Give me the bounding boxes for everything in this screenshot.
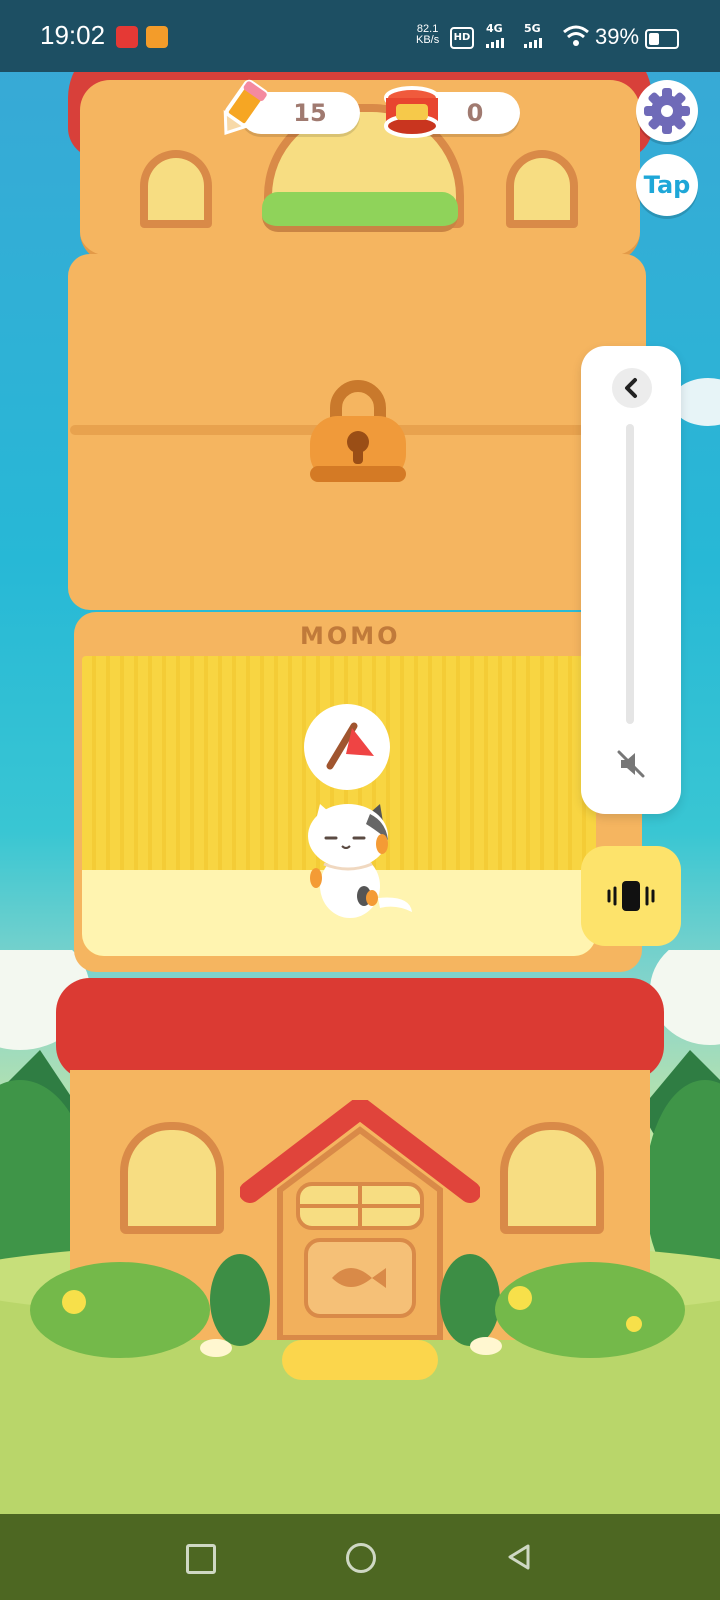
mute-icon[interactable] bbox=[615, 748, 647, 780]
sim1-signal-bars-icon bbox=[486, 35, 506, 48]
bushes bbox=[30, 1254, 685, 1358]
tap-button[interactable]: Tap bbox=[636, 154, 698, 216]
hd-badge: HD bbox=[450, 27, 474, 49]
main-roof bbox=[56, 978, 664, 1080]
clock: 19:02 bbox=[40, 20, 106, 50]
sim1-signal: 4G bbox=[486, 22, 506, 48]
attic-window-left bbox=[140, 150, 212, 228]
cat-food-can-icon bbox=[384, 86, 440, 138]
room-name-label: MOMO bbox=[300, 622, 401, 650]
navigation-bar bbox=[0, 1514, 720, 1600]
home-button[interactable] bbox=[346, 1543, 376, 1573]
ground-window-right bbox=[500, 1122, 604, 1234]
battery-percent: 39% bbox=[595, 24, 640, 49]
flag-icon bbox=[326, 722, 374, 770]
can-count: 0 bbox=[466, 99, 484, 127]
battery-fill bbox=[649, 33, 659, 45]
sim2-network-type: 5G bbox=[524, 22, 541, 35]
chevron-left-icon bbox=[625, 378, 637, 398]
tap-label: Tap bbox=[643, 171, 691, 199]
status-bar: 19:02 82.1 KB/s HD 4G 5G 39% bbox=[0, 0, 720, 72]
sim2-signal: 5G bbox=[524, 22, 544, 48]
volume-panel bbox=[581, 346, 681, 814]
pencil-icon bbox=[223, 79, 269, 135]
vibrate-icon bbox=[607, 881, 655, 911]
attic-window-right bbox=[506, 150, 578, 228]
gear-icon bbox=[644, 88, 690, 134]
game-screen: MOMO 15 0 Tap 19:02 82.1 KB/s HD 4G 5G 3… bbox=[0, 0, 720, 1600]
vibrate-button[interactable] bbox=[581, 846, 681, 946]
app-notification-icon bbox=[116, 26, 138, 48]
sim2-signal-bars-icon bbox=[524, 35, 544, 48]
collapse-button[interactable] bbox=[612, 368, 652, 408]
network-speed-unit: KB/s bbox=[416, 34, 440, 46]
volume-slider[interactable] bbox=[626, 424, 634, 724]
flower-box bbox=[262, 192, 458, 232]
pencil-count: 15 bbox=[293, 99, 327, 127]
sim1-network-type: 4G bbox=[486, 22, 503, 35]
video-app-notification-icon bbox=[146, 26, 168, 48]
battery-icon bbox=[645, 29, 679, 49]
cat-momo[interactable] bbox=[300, 800, 420, 920]
network-speed: 82.1 KB/s bbox=[416, 24, 439, 46]
settings-button[interactable] bbox=[636, 80, 698, 142]
wifi-icon bbox=[563, 25, 589, 46]
back-button[interactable] bbox=[504, 1542, 534, 1572]
recents-button[interactable] bbox=[186, 1544, 216, 1574]
ground-window-left bbox=[120, 1122, 224, 1234]
padlock-icon[interactable] bbox=[306, 380, 410, 488]
